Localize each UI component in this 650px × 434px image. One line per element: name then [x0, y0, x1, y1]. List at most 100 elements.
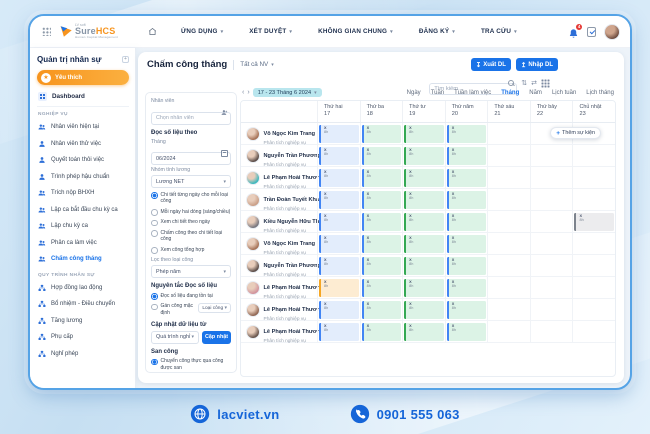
timesheet-cell[interactable]: X 8h — [402, 211, 445, 232]
shift-block[interactable]: X 8h — [362, 323, 402, 341]
timesheet-cell[interactable]: X 8h — [317, 299, 360, 320]
radio-option[interactable]: Đọc số liệu đang tồn tại — [151, 293, 231, 300]
timesheet-cell[interactable]: X 8h — [402, 189, 445, 210]
timesheet-cell[interactable]: X 8h — [317, 145, 360, 166]
nav-menu-1[interactable]: XÉT DUYỆT▾ — [249, 28, 292, 35]
default-type-select[interactable]: Loại công ▾ — [198, 303, 231, 313]
import-button[interactable]: ↥Nhập DL — [516, 58, 558, 71]
employee-picker-icon[interactable] — [221, 109, 228, 116]
export-button[interactable]: ↧Xuất DL — [471, 58, 511, 71]
timesheet-cell[interactable]: X 8h — [317, 255, 360, 276]
timesheet-cell[interactable] — [572, 321, 615, 342]
update-source-select[interactable]: Quá trình nghỉ▾ — [151, 331, 199, 344]
employee-cell[interactable]: Võ Ngọc Kim Trang Phân tích nghiệp vụ — [241, 233, 317, 254]
employee-cell[interactable]: Trần Đoàn Tuyết Khanh Phân tích nghiệp v… — [241, 189, 317, 210]
next-week-icon[interactable]: › — [247, 89, 249, 96]
tasks-icon[interactable] — [587, 27, 596, 37]
shift-block[interactable]: X 8h — [447, 301, 487, 319]
nav-menu-3[interactable]: ĐĂNG KÝ▾ — [419, 28, 455, 35]
timesheet-cell[interactable] — [487, 299, 530, 320]
shift-block[interactable]: X 8h — [404, 147, 444, 165]
timesheet-cell[interactable]: X 8h — [360, 167, 403, 188]
filter-type-select[interactable]: Phép năm▾ — [151, 265, 231, 278]
timesheet-cell[interactable] — [530, 255, 573, 276]
timesheet-cell[interactable] — [530, 277, 573, 298]
date-range-pill[interactable]: 17 - 23 Tháng 6 2024▾ — [253, 88, 322, 97]
shift-block[interactable]: X 8h — [447, 257, 487, 275]
timesheet-cell[interactable]: X 8h — [445, 255, 488, 276]
timesheet-cell[interactable]: X 8h — [360, 145, 403, 166]
month-input[interactable] — [151, 152, 231, 165]
website-link[interactable]: lacviet.vn — [190, 404, 279, 424]
employee-cell[interactable]: Lê Phạm Hoài Thương Phân tích nghiệp vụ — [241, 167, 317, 188]
timesheet-cell[interactable] — [487, 211, 530, 232]
timesheet-cell[interactable]: X 8h — [317, 233, 360, 254]
shift-block[interactable]: X 8h — [447, 125, 487, 143]
employee-cell[interactable]: Nguyễn Trần Phương Thảo Phân tích nghiệp… — [241, 255, 317, 276]
prev-week-icon[interactable]: ‹ — [242, 89, 244, 96]
shift-block[interactable]: X 8h — [319, 279, 359, 297]
timesheet-cell[interactable]: X 8h — [445, 299, 488, 320]
app-launcher-icon[interactable] — [42, 27, 51, 36]
shift-block[interactable]: X 8h — [362, 125, 402, 143]
timesheet-cell[interactable]: X 8h — [360, 189, 403, 210]
timesheet-cell[interactable]: X 8h — [360, 321, 403, 342]
timesheet-cell[interactable]: X 8h — [572, 211, 615, 232]
radio-option[interactable]: Xem công tổng hợp — [151, 247, 231, 254]
radio-option[interactable]: Chuyển công thực qua công được san — [151, 358, 231, 372]
shift-block[interactable]: X 8h — [319, 169, 359, 187]
timesheet-cell[interactable] — [572, 277, 615, 298]
shift-block[interactable]: X 8h — [319, 191, 359, 209]
radio-option[interactable]: Xem chi tiết theo ngày — [151, 219, 231, 226]
timesheet-cell[interactable] — [530, 167, 573, 188]
shift-block[interactable]: X 8h — [319, 147, 359, 165]
phone-link[interactable]: 0901 555 063 — [350, 404, 460, 424]
shift-block[interactable]: X 8h — [447, 323, 487, 341]
timesheet-cell[interactable]: X 8h — [402, 233, 445, 254]
sidebar-item[interactable]: Chấm công tháng — [37, 251, 129, 268]
timesheet-cell[interactable]: X 8h — [317, 211, 360, 232]
shift-block[interactable]: X 8h — [362, 257, 402, 275]
timesheet-cell[interactable]: X 8h — [360, 277, 403, 298]
timesheet-cell[interactable] — [530, 211, 573, 232]
timesheet-cell[interactable]: X 8h — [360, 233, 403, 254]
timesheet-cell[interactable] — [487, 145, 530, 166]
timesheet-cell[interactable] — [487, 255, 530, 276]
shift-block[interactable]: X 8h — [319, 213, 359, 231]
timesheet-cell[interactable]: X 8h — [317, 123, 360, 144]
employee-cell[interactable]: Nguyễn Trần Phương Thảo Phân tích nghiệp… — [241, 145, 317, 166]
shift-block[interactable]: X 8h — [362, 191, 402, 209]
user-avatar[interactable] — [604, 24, 620, 40]
view-tab[interactable]: Ngày — [407, 90, 421, 96]
nav-menu-0[interactable]: ỨNG DỤNG▾ — [181, 28, 223, 35]
view-tab[interactable]: Tháng — [501, 90, 519, 96]
shift-block[interactable]: X 8h — [362, 213, 402, 231]
timesheet-cell[interactable]: X 8h — [360, 299, 403, 320]
timesheet-cell[interactable] — [530, 145, 573, 166]
shift-block[interactable]: X 8h — [362, 169, 402, 187]
timesheet-cell[interactable] — [572, 167, 615, 188]
sidebar-item[interactable]: Nghỉ phép — [37, 346, 129, 363]
sidebar-item-favorites[interactable]: ★ Yêu thích — [37, 70, 129, 85]
employee-cell[interactable]: Võ Ngọc Kim Trang Phân tích nghiệp vụ — [241, 123, 317, 144]
timesheet-cell[interactable] — [487, 189, 530, 210]
timesheet-cell[interactable]: X 8h — [317, 321, 360, 342]
shift-block[interactable]: X 8h — [404, 301, 444, 319]
timesheet-cell[interactable]: X 8h — [402, 145, 445, 166]
timesheet-cell[interactable] — [530, 299, 573, 320]
sidebar-item[interactable]: Nhân viên hiện tại — [37, 119, 129, 136]
timesheet-cell[interactable]: X 8h — [317, 167, 360, 188]
salary-group-select[interactable]: Lương NET▾ — [151, 175, 231, 188]
view-tab[interactable]: Lịch tuần — [552, 90, 576, 96]
sidebar-item[interactable]: Lập chu kỳ ca — [37, 218, 129, 235]
shift-block[interactable]: X 8h — [319, 125, 359, 143]
view-tab[interactable]: Năm — [529, 90, 542, 96]
sidebar-item[interactable]: Trình phép hậu chuẩn — [37, 169, 129, 186]
timesheet-cell[interactable]: X 8h — [445, 211, 488, 232]
employee-cell[interactable]: Lê Phạm Hoài Thương Phân tích nghiệp vụ — [241, 299, 317, 320]
home-icon[interactable] — [148, 23, 157, 41]
timesheet-cell[interactable]: X 8h — [360, 255, 403, 276]
sidebar-item[interactable]: Lập ca bắt đầu chu kỳ ca — [37, 202, 129, 219]
sidebar-item[interactable]: Tăng lương — [37, 313, 129, 330]
sidebar-item[interactable]: Quyết toán thôi việc — [37, 152, 129, 169]
